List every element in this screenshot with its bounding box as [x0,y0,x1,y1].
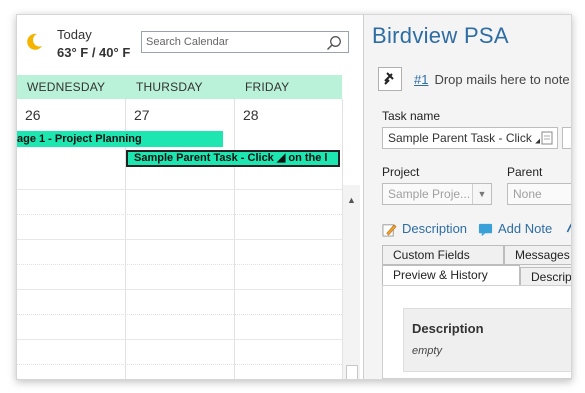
search-calendar-input[interactable] [146,34,316,50]
weather-widget: Today 63° F / 40° F [23,25,143,65]
description-action[interactable]: Description [382,221,467,237]
grid-line [17,239,342,240]
search-icon[interactable] [326,35,342,51]
grid-line [17,214,342,215]
grid-line [17,289,342,290]
more-actions-link[interactable] [565,221,571,238]
weekday-header: WEDNESDAY THURSDAY FRIDAY [17,75,342,99]
tab-custom-fields[interactable]: Custom Fields [382,245,504,265]
date-row: 26 27 28 [17,99,342,129]
document-icon[interactable] [540,131,554,145]
search-calendar-box[interactable] [141,31,349,53]
pin-button[interactable] [378,67,402,91]
pin-icon [384,72,394,85]
grid-line [17,314,342,315]
date-28[interactable]: 28 [243,107,259,123]
chevron-down-icon[interactable]: ▼ [472,184,491,204]
calendar-scrollbar[interactable]: ▲ [342,185,360,379]
event-project-planning[interactable]: age 1 - Project Planning [17,131,223,147]
parent-value: None [513,187,542,201]
task-pane: Birdview PSA #1 Drop mails here to note i… [363,15,572,379]
day-header-thursday: THURSDAY [136,80,203,94]
task-name-field[interactable]: Sample Parent Task - Click ◢ [382,127,558,149]
moon-icon [27,33,42,50]
edit-pencil-icon [382,224,397,237]
date-27[interactable]: 27 [134,107,150,123]
note-icon [478,223,493,237]
description-section: Description empty [403,308,571,372]
grid-line [17,264,342,265]
add-note-action[interactable]: Add Note [478,221,552,237]
description-title: Description [412,321,484,336]
drop-hint-text: Drop mails here to note it [434,72,572,87]
event-sample-parent-task-label: Sample Parent Task - Click ◢ on the l [134,152,328,164]
app-window: Today 63° F / 40° F WEDNESDAY THURSDAY F… [16,14,572,380]
project-select[interactable]: Sample Proje... ▼ [382,183,492,205]
drop-mail-hint: #1 Drop mails here to note it [414,72,572,87]
drop-hint-number[interactable]: #1 [414,72,428,87]
task-extra-field[interactable] [562,127,571,149]
grid-line [17,189,342,190]
description-value: empty [412,345,442,357]
grid-line [17,364,342,365]
project-label: Project [382,165,420,179]
grid-line [17,339,342,340]
tab-content: Description empty [382,285,571,379]
parent-select[interactable]: None [507,183,571,205]
pane-title: Birdview PSA [372,23,509,48]
day-header-friday: FRIDAY [245,80,290,94]
project-value: Sample Proje... [388,187,471,201]
description-action-label: Description [402,221,468,236]
date-26[interactable]: 26 [25,107,41,123]
weather-temperature: 63° F / 40° F [57,45,131,60]
link-icon [566,223,571,233]
weather-today-label: Today [57,27,92,42]
calendar-view: Today 63° F / 40° F WEDNESDAY THURSDAY F… [17,15,360,379]
parent-label: Parent [507,165,543,179]
tab-description[interactable]: Descrip [520,267,571,287]
tab-messages[interactable]: Messages [504,245,571,265]
day-header-wednesday: WEDNESDAY [27,80,106,94]
tab-preview-history[interactable]: Preview & History [382,265,520,286]
scrollbar-thumb[interactable] [346,365,358,379]
task-name-label: Task name [382,109,441,123]
add-note-action-label: Add Note [498,221,553,236]
event-sample-parent-task[interactable]: Sample Parent Task - Click ◢ on the l [126,150,340,167]
scroll-up-arrow-icon[interactable]: ▲ [343,193,360,207]
task-name-value: Sample Parent Task - Click ◢ [388,131,545,145]
drag-handle[interactable] [128,154,131,163]
